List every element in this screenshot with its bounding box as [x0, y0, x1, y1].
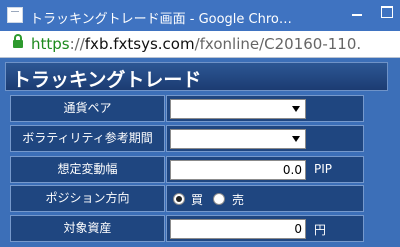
url-scheme: https [31, 35, 70, 53]
volatility-period-row: ボラティリティ参考期間 [5, 124, 388, 153]
target-asset-input[interactable] [170, 219, 306, 239]
url-text[interactable]: https://fxb.fxtsys.com/fxonline/C20160-1… [31, 35, 400, 53]
target-asset-label-cell: 対象資産 [10, 215, 165, 242]
currency-pair-label-cell: 通貨ペア [10, 95, 165, 122]
sell-radio-label[interactable]: 売 [232, 191, 244, 208]
currency-pair-select[interactable] [170, 99, 306, 119]
minimize-icon[interactable] [343, 0, 371, 22]
assumed-range-input[interactable] [170, 160, 306, 180]
buy-radio[interactable] [173, 193, 185, 205]
url-host: fxb.fxtsys.com [84, 35, 195, 53]
position-direction-value-cell: 買 売 [166, 185, 364, 212]
assumed-range-row: 想定変動幅 PIP [5, 155, 388, 184]
page-content: トラッキングトレード 通貨ペア ボラティリティ参考期間 想定変動幅 0.0 PI… [0, 58, 400, 247]
volatility-period-value-cell [166, 125, 364, 152]
assumed-range-label-cell: 想定変動幅 [10, 156, 165, 183]
window-title: トラッキングトレード画面 - Google Chro… [30, 12, 292, 27]
volatility-period-label: ボラティリティ参考期間 [22, 131, 153, 145]
page-header: トラッキングトレード [5, 62, 388, 91]
position-direction-label: ポジション方向 [45, 191, 130, 205]
assumed-range-unit: PIP [314, 162, 333, 176]
caret-down-icon[interactable] [292, 136, 300, 142]
url-separator: :// [69, 35, 85, 53]
window-title-bar[interactable]: トラッキングトレード画面 - Google Chro… [0, 0, 400, 31]
volatility-period-select[interactable] [170, 129, 306, 149]
volatility-period-label-cell: ボラティリティ参考期間 [10, 125, 165, 152]
lock-icon [13, 34, 23, 48]
position-direction-row: ポジション方向 買 売 [5, 184, 388, 213]
url-path: /fxonline/C20160-110. [194, 35, 362, 53]
target-asset-unit: 円 [314, 223, 327, 237]
assumed-range-value-cell: PIP [166, 156, 364, 183]
target-asset-label: 対象資産 [63, 221, 112, 235]
target-asset-value-cell: 円 [166, 215, 364, 242]
address-bar[interactable]: https://fxb.fxtsys.com/fxonline/C20160-1… [0, 31, 400, 58]
buy-radio-label[interactable]: 買 [191, 191, 203, 208]
currency-pair-row: 通貨ペア [5, 94, 388, 123]
currency-pair-value-cell [166, 95, 364, 122]
page-icon [7, 7, 23, 23]
page-right-edge [390, 58, 400, 247]
page-title: トラッキングトレード [12, 69, 202, 91]
maximize-icon[interactable] [372, 0, 400, 22]
target-asset-row: 対象資産 円 [5, 214, 388, 243]
assumed-range-label: 想定変動幅 [57, 162, 118, 176]
currency-pair-label: 通貨ペア [63, 101, 112, 115]
caret-down-icon[interactable] [292, 106, 300, 112]
sell-radio[interactable] [213, 193, 225, 205]
position-direction-label-cell: ポジション方向 [10, 185, 165, 212]
